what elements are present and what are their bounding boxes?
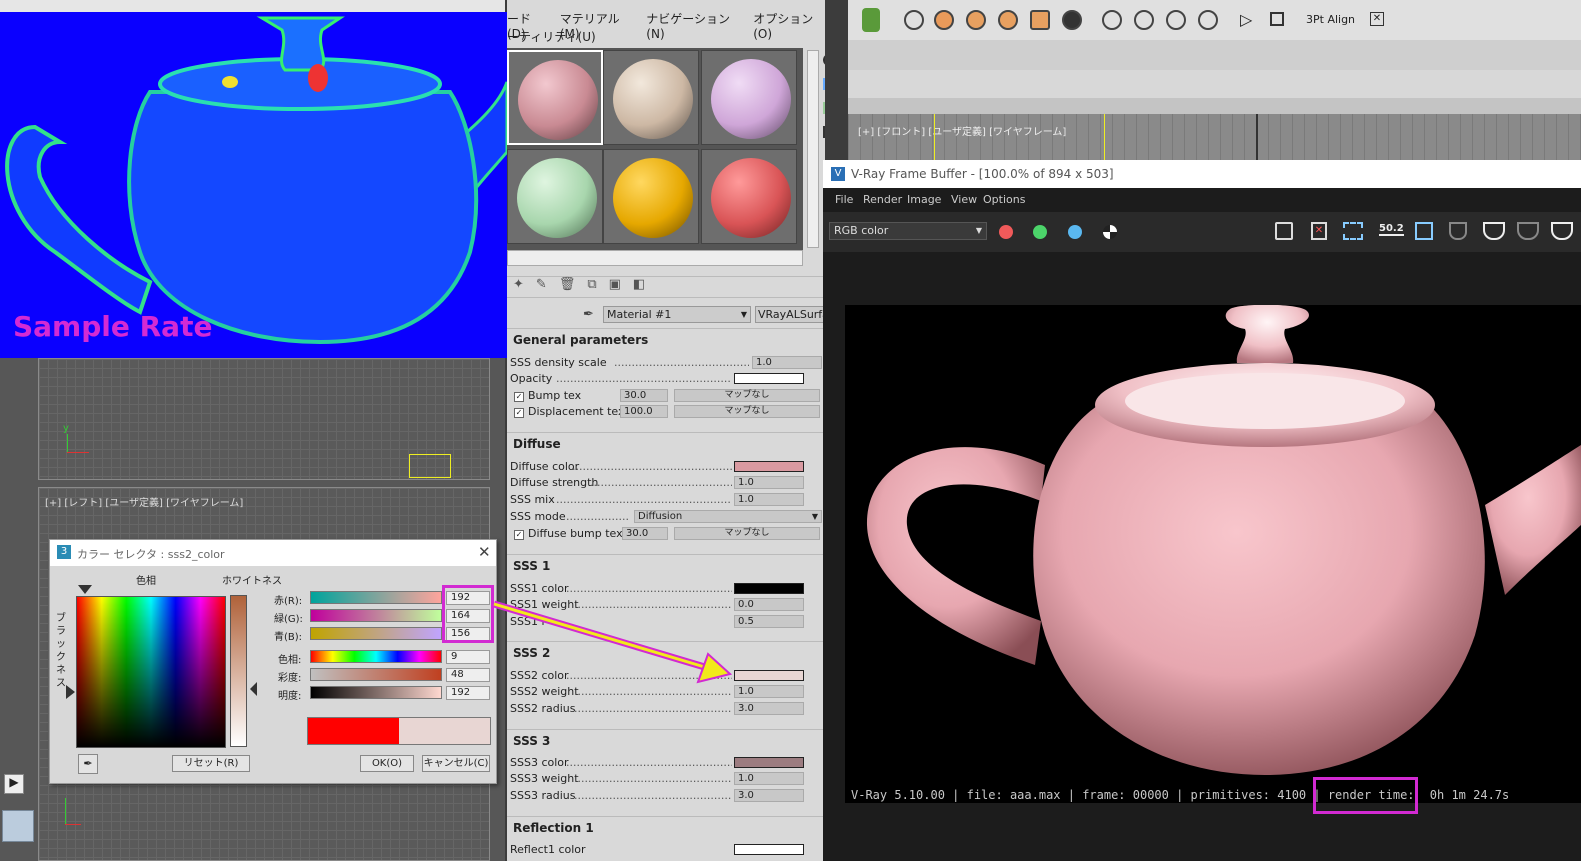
screen: y [+] [レフト] [ユーザ定義] [ワイヤフレーム] ▶ Sample R… bbox=[0, 0, 1581, 861]
annotation-arrow bbox=[492, 600, 733, 684]
